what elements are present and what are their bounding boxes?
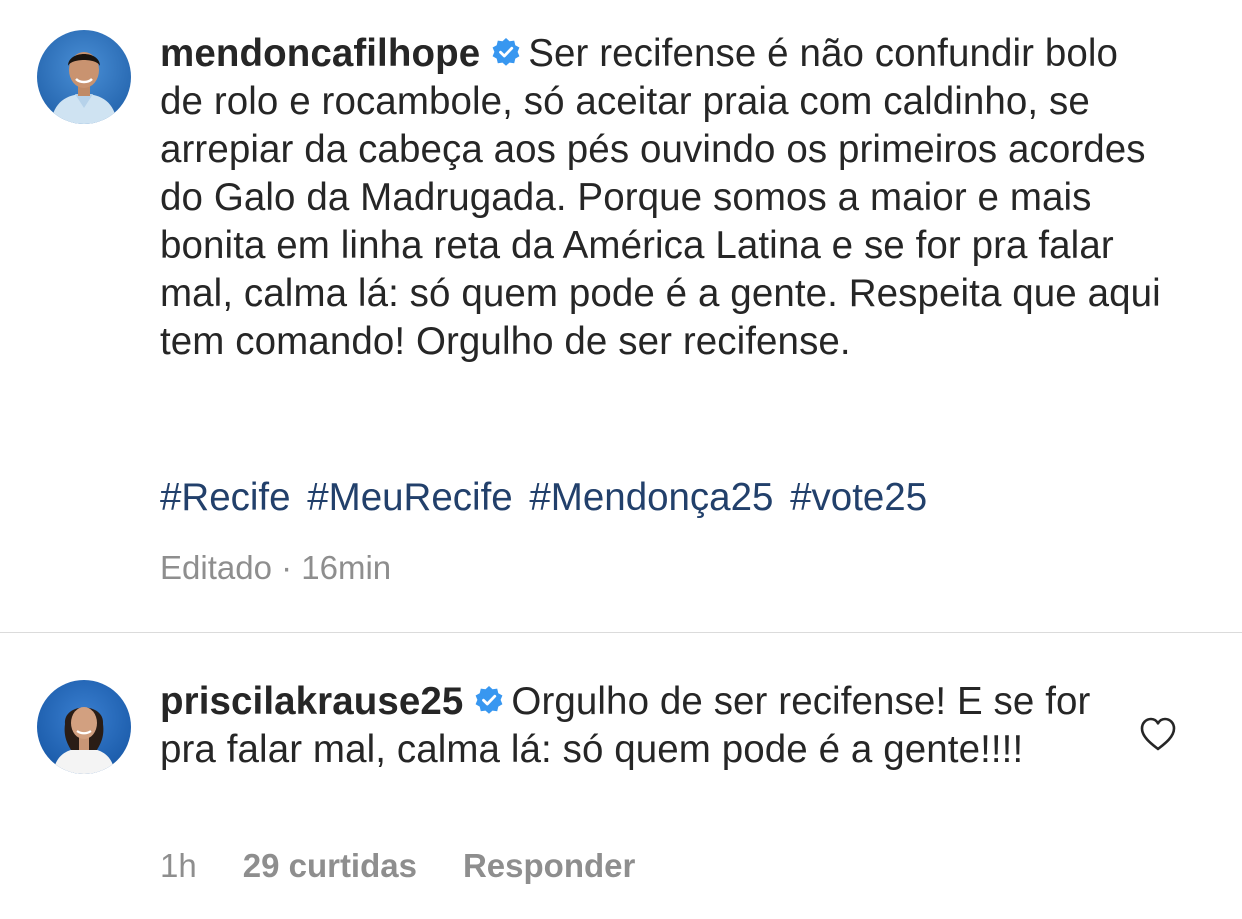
hashtag-link[interactable]: #MeuRecife (307, 476, 512, 519)
post-time: 16min (301, 549, 392, 586)
hashtag-link[interactable]: #Mendonça25 (529, 476, 773, 519)
reply-button[interactable]: Responder (463, 847, 635, 884)
comment-author-username[interactable]: priscilakrause25 (160, 680, 463, 723)
hashtag-link[interactable]: #vote25 (790, 476, 927, 519)
post-author-avatar[interactable] (37, 30, 131, 124)
edited-label: Editado (160, 549, 272, 586)
meta-separator: · (281, 549, 293, 586)
divider (0, 632, 1242, 633)
verified-badge-icon (476, 686, 503, 714)
post-caption-text: Ser recifense é não confundir bolo de ro… (160, 32, 1161, 363)
post-caption: mendoncafilhope Ser recifense é não conf… (160, 30, 1170, 366)
heart-outline-icon[interactable] (1139, 716, 1177, 752)
comment-likes-count[interactable]: 29 curtidas (243, 847, 417, 884)
comment-time: 1h (160, 847, 197, 884)
post-author-username[interactable]: mendoncafilhope (160, 32, 480, 75)
comment-meta: 1h 29 curtidas Responder (160, 846, 635, 886)
hashtag-link[interactable]: #Recife (160, 476, 291, 519)
comment-author-avatar[interactable] (37, 680, 131, 774)
post-meta: Editado · 16min (160, 548, 391, 588)
comment-body: priscilakrause25 Orgulho de ser recifens… (160, 678, 1120, 774)
post-hashtags: #Recife #MeuRecife #Mendonça25 #vote25 (160, 474, 933, 522)
verified-badge-icon (492, 38, 520, 66)
